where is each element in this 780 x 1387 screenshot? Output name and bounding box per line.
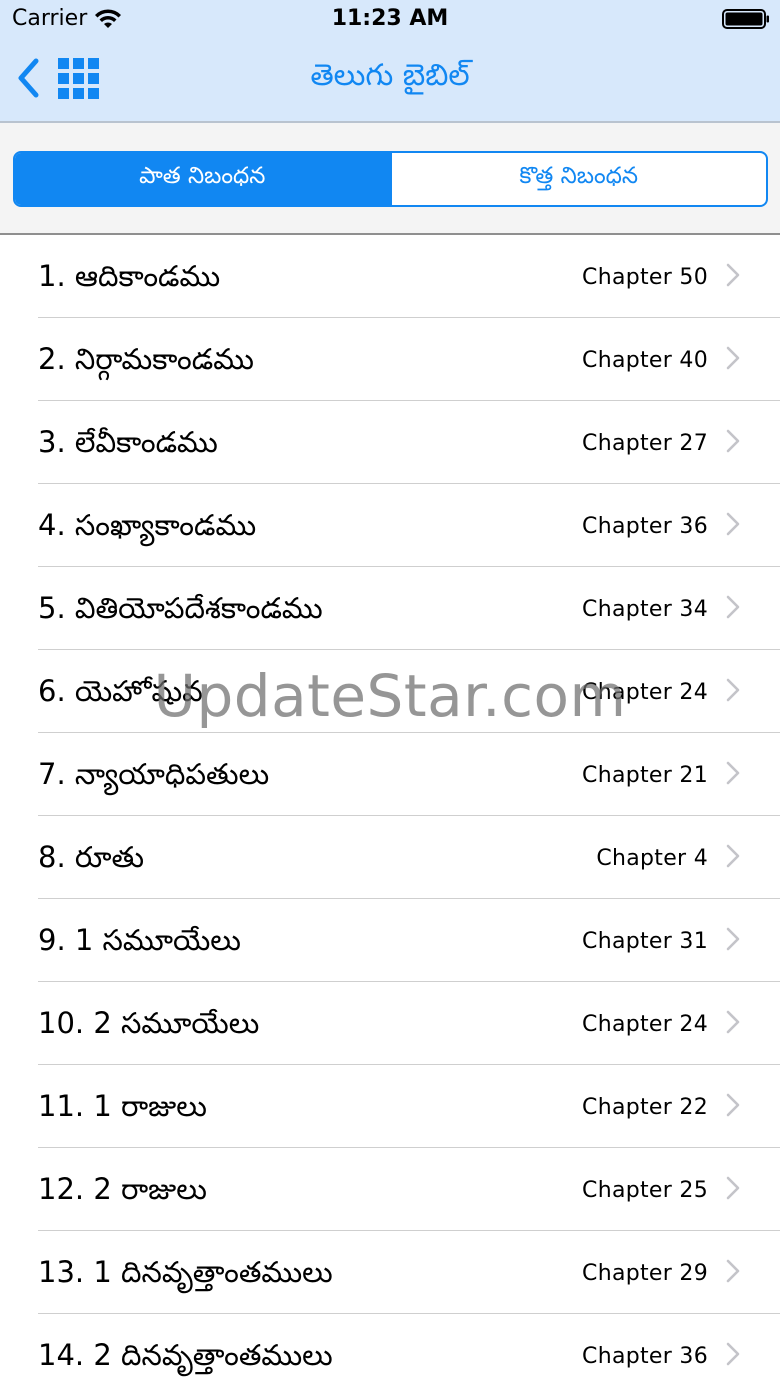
chevron-right-icon: [726, 512, 740, 536]
chapter-count: Chapter 21: [582, 763, 708, 788]
chevron-right-icon: [726, 1342, 740, 1366]
book-title: 9. 1 సమూయేలు: [38, 923, 241, 957]
chapter-count: Chapter 50: [582, 265, 708, 290]
chapter-count: Chapter 34: [582, 597, 708, 622]
book-title: 11. 1 రాజులు: [38, 1089, 207, 1123]
chapter-count: Chapter 36: [582, 514, 708, 539]
chapter-count: Chapter 24: [582, 680, 708, 705]
chapter-count: Chapter 24: [582, 1012, 708, 1037]
book-title: 14. 2 దినవృత్తాంతములు: [38, 1338, 333, 1372]
chapter-count: Chapter 31: [582, 929, 708, 954]
book-list: 1. ఆదికాండము Chapter 50 2. నిర్గామకాండము Ch…: [0, 235, 780, 1387]
book-title: 7. న్యాయాధిపతులు: [38, 757, 270, 791]
list-item[interactable]: 13. 1 దినవృత్తాంతములు Chapter 29: [0, 1231, 780, 1314]
chevron-right-icon: [726, 263, 740, 287]
book-title: 10. 2 సమూయేలు: [38, 1006, 260, 1040]
navigation-bar: Carrier 11:23 AM తెలుగు బైబిల్: [0, 0, 780, 123]
book-title: 12. 2 రాజులు: [38, 1172, 207, 1206]
book-title: 4. సంఖ్యాకాండము: [38, 508, 257, 542]
battery-icon: [722, 9, 769, 29]
chapter-count: Chapter 27: [582, 431, 708, 456]
list-item[interactable]: 11. 1 రాజులు Chapter 22: [0, 1065, 780, 1148]
segment-new-testament[interactable]: కొత్త నిబంధన: [389, 153, 767, 205]
chevron-right-icon: [726, 346, 740, 370]
list-item[interactable]: 1. ఆదికాండము Chapter 50: [0, 235, 780, 318]
testament-segmented-control: పాత నిబంధన కొత్త నిబంధన: [13, 151, 768, 207]
chevron-right-icon: [726, 595, 740, 619]
chevron-right-icon: [726, 1093, 740, 1117]
list-item[interactable]: 12. 2 రాజులు Chapter 25: [0, 1148, 780, 1231]
chevron-right-icon: [726, 678, 740, 702]
list-item[interactable]: 5. వితియోపదేశకాండము Chapter 34: [0, 567, 780, 650]
chevron-right-icon: [726, 761, 740, 785]
chapter-count: Chapter 4: [596, 846, 708, 871]
chevron-left-icon: [18, 58, 39, 98]
page-title: తెలుగు బైబిల్: [310, 58, 470, 93]
chevron-right-icon: [726, 1010, 740, 1034]
book-title: 1. ఆదికాండము: [38, 259, 221, 293]
chevron-right-icon: [726, 1259, 740, 1283]
list-item[interactable]: 4. సంఖ్యాకాండము Chapter 36: [0, 484, 780, 567]
chevron-right-icon: [726, 429, 740, 453]
book-title: 13. 1 దినవృత్తాంతములు: [38, 1255, 333, 1289]
grid-icon[interactable]: [56, 56, 102, 102]
book-title: 3. లేవీకాండము: [38, 425, 218, 459]
segment-old-testament[interactable]: పాత నిబంధన: [15, 153, 390, 205]
chapter-count: Chapter 29: [582, 1261, 708, 1286]
chevron-right-icon: [726, 1176, 740, 1200]
book-title: 2. నిర్గామకాండము: [38, 342, 254, 376]
chapter-count: Chapter 40: [582, 348, 708, 373]
book-title: 6. యెహోషువ: [38, 674, 203, 708]
list-item[interactable]: 14. 2 దినవృత్తాంతములు Chapter 36: [0, 1314, 780, 1387]
book-title: 5. వితియోపదేశకాండము: [38, 591, 323, 625]
chapter-count: Chapter 22: [582, 1095, 708, 1120]
wifi-icon: [95, 9, 121, 28]
chapter-count: Chapter 36: [582, 1344, 708, 1369]
carrier-label: Carrier: [12, 6, 88, 31]
chevron-right-icon: [726, 844, 740, 868]
book-title: 8. రూతు: [38, 840, 145, 874]
list-item[interactable]: 3. లేవీకాండము Chapter 27: [0, 401, 780, 484]
list-item[interactable]: 9. 1 సమూయేలు Chapter 31: [0, 899, 780, 982]
back-button[interactable]: [12, 56, 46, 100]
chevron-right-icon: [726, 927, 740, 951]
list-item[interactable]: 7. న్యాయాధిపతులు Chapter 21: [0, 733, 780, 816]
list-item[interactable]: 8. రూతు Chapter 4: [0, 816, 780, 899]
segment-area: పాత నిబంధన కొత్త నిబంధన: [0, 123, 780, 235]
list-item[interactable]: 6. యెహోషువ Chapter 24: [0, 650, 780, 733]
list-item[interactable]: 10. 2 సమూయేలు Chapter 24: [0, 982, 780, 1065]
app-screen: Carrier 11:23 AM తెలుగు బైబిల్ పాత నిబంధ…: [0, 0, 780, 1387]
chapter-count: Chapter 25: [582, 1178, 708, 1203]
list-item[interactable]: 2. నిర్గామకాండము Chapter 40: [0, 318, 780, 401]
